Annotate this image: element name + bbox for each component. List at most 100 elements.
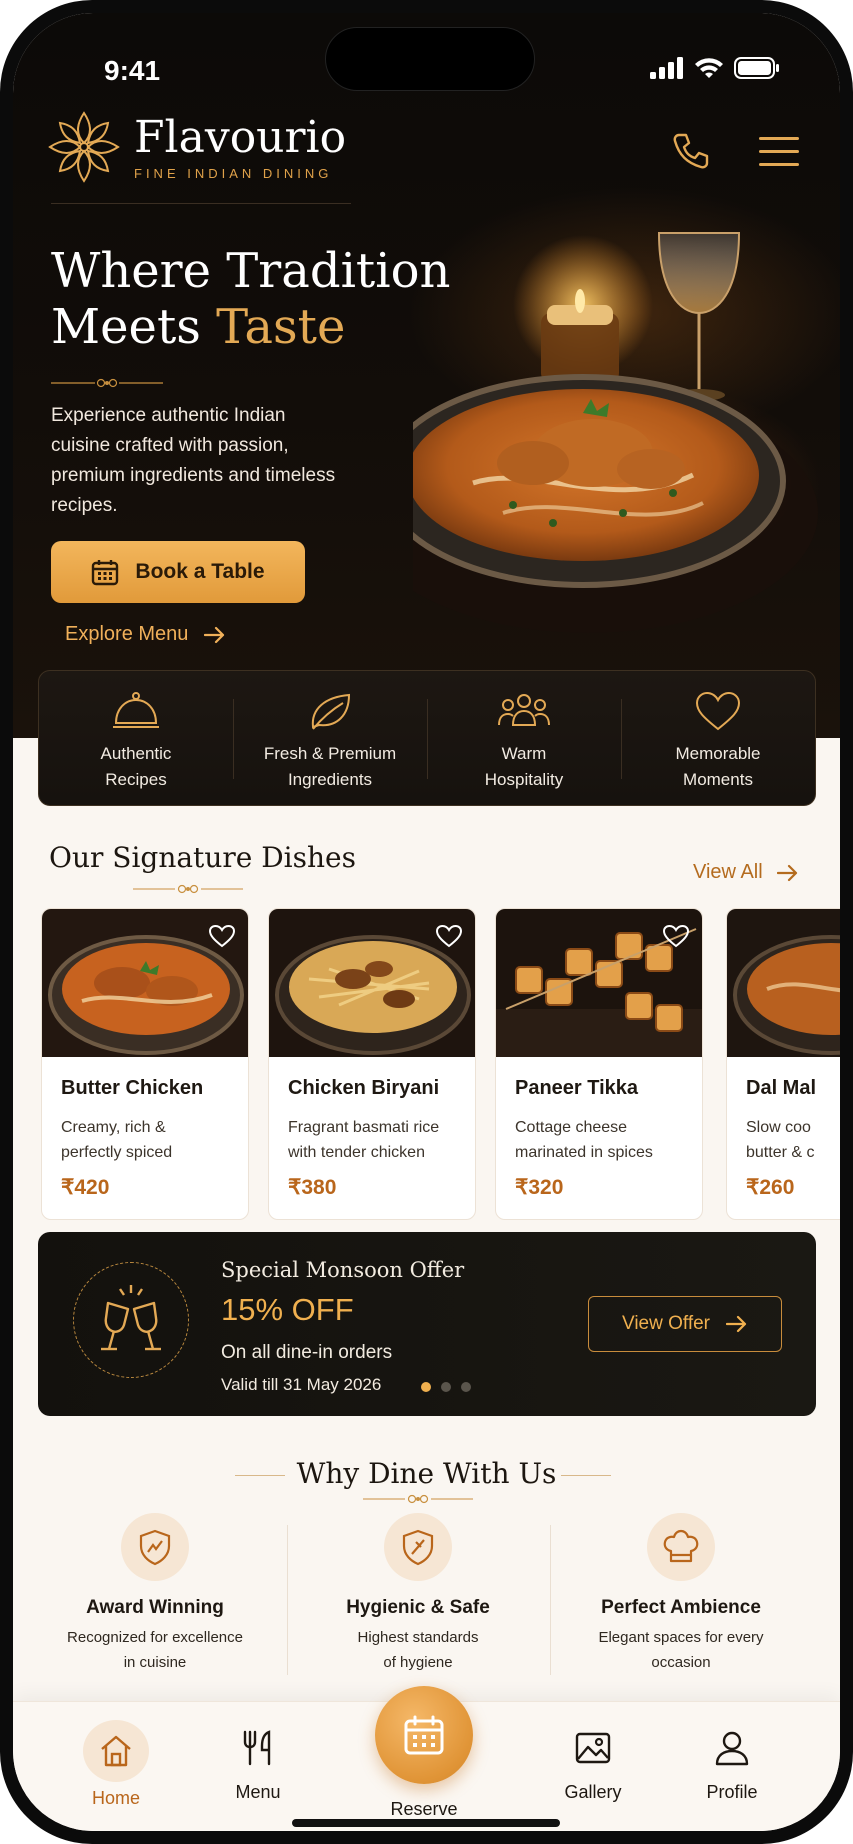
brand-name: Flavourio [134, 111, 347, 163]
why-icon-wrap [121, 1513, 189, 1581]
nav-profile[interactable]: Profile [677, 1720, 787, 1803]
arrow-right-icon [726, 1315, 747, 1333]
header-divider [51, 203, 351, 204]
utensils-icon [243, 1730, 271, 1766]
why-icon-wrap [647, 1513, 715, 1581]
hero-dish-image [413, 232, 818, 633]
offer-banner[interactable]: Special Monsoon Offer 15% OFF On all din… [38, 1232, 816, 1416]
phone-frame: 9:41 Flavourio FINE INDIAN DINING Where … [0, 0, 853, 1844]
nav-home-label: Home [91, 1788, 140, 1808]
dish-price: ₹420 [61, 1176, 110, 1199]
dish-card[interactable]: Dal Mal Slow coo butter & c ₹260 [726, 908, 840, 1220]
status-icons [650, 57, 780, 79]
view-offer-button[interactable]: View Offer [588, 1296, 782, 1352]
hygiene-shield-icon [402, 1529, 434, 1566]
why-dine-title: Why Dine With Us [296, 1457, 557, 1490]
why-award-winning: Award Winning Recognized for excellence … [24, 1513, 286, 1675]
pagination-dot[interactable] [461, 1382, 471, 1392]
leaf-icon [311, 693, 351, 730]
why-item-desc: Elegant spaces for every occasion [598, 1629, 764, 1671]
phone-icon[interactable] [671, 131, 711, 171]
reserve-button[interactable] [375, 1686, 473, 1784]
offer-pagination[interactable] [421, 1382, 471, 1392]
arrow-right-icon [204, 626, 225, 643]
dynamic-island [325, 27, 535, 91]
why-rule-right [561, 1475, 611, 1476]
arrow-right-icon [776, 864, 797, 881]
nav-menu[interactable]: Menu [203, 1720, 313, 1803]
explore-menu-link[interactable]: Explore Menu [65, 623, 226, 646]
award-shield-icon [139, 1529, 171, 1566]
book-table-label: Book a Table [135, 560, 265, 583]
nav-gallery[interactable]: Gallery [538, 1720, 648, 1803]
signature-dishes-title: Our Signature Dishes [49, 841, 356, 874]
dish-card[interactable]: Paneer Tikka Cottage cheese marinated in… [495, 908, 703, 1220]
why-item-name: Hygienic & Safe [346, 1597, 490, 1618]
hero-ornament-icon [51, 378, 163, 388]
why-item-desc: Highest standards of hygiene [357, 1629, 479, 1671]
dish-price: ₹260 [746, 1176, 795, 1199]
nav-home[interactable]: Home [61, 1720, 171, 1809]
favorite-heart-icon[interactable] [208, 923, 236, 949]
view-offer-label: View Offer [621, 1313, 710, 1334]
home-indicator[interactable] [292, 1819, 560, 1827]
dal-makhani-image [727, 909, 840, 1057]
dish-name: Dal Mal [746, 1077, 817, 1099]
feature-label: Memorable Moments [675, 744, 761, 789]
feature-authentic-recipes: Authentic Recipes [39, 671, 233, 805]
dish-name: Paneer Tikka [515, 1077, 639, 1099]
offer-discount: 15% OFF [221, 1292, 354, 1327]
offer-badge [73, 1262, 189, 1378]
why-hygienic-safe: Hygienic & Safe Highest standards of hyg… [287, 1513, 549, 1675]
favorite-heart-icon[interactable] [435, 923, 463, 949]
headline-accent: Taste [216, 299, 346, 355]
dish-name: Chicken Biryani [288, 1077, 440, 1099]
lotus-logo-icon [48, 111, 120, 183]
offer-validity: Valid till 31 May 2026 [221, 1375, 382, 1394]
dish-card[interactable]: Chicken Biryani Fragrant basmati rice wi… [268, 908, 476, 1220]
heart-icon [695, 691, 741, 731]
nav-icon-wrap [225, 1720, 291, 1776]
book-table-button[interactable]: Book a Table [51, 541, 305, 603]
pagination-dot-active[interactable] [421, 1382, 431, 1392]
offer-title: Special Monsoon Offer [221, 1258, 465, 1282]
feature-label: Warm Hospitality [484, 744, 564, 789]
signal-icon [650, 57, 683, 79]
dish-price: ₹320 [515, 1176, 564, 1199]
dish-card[interactable]: Butter Chicken Creamy, rich & perfectly … [41, 908, 249, 1220]
feature-label: Authentic Recipes [100, 744, 172, 789]
dish-description: Slow coo butter & c [746, 1119, 815, 1161]
nav-profile-label: Profile [706, 1782, 758, 1802]
cloche-icon [113, 692, 159, 728]
calendar-icon [92, 560, 119, 586]
why-perfect-ambience: Perfect Ambience Elegant spaces for ever… [550, 1513, 812, 1675]
dish-name: Butter Chicken [61, 1077, 204, 1099]
section-ornament-icon [363, 1494, 473, 1504]
section-ornament-icon [133, 884, 243, 894]
gallery-icon [575, 1732, 611, 1764]
pagination-dot[interactable] [441, 1382, 451, 1392]
chef-hat-icon [663, 1529, 699, 1563]
hero-section: 9:41 Flavourio FINE INDIAN DINING Where … [13, 13, 840, 738]
brand-tagline: FINE INDIAN DINING [134, 165, 333, 181]
why-item-name: Award Winning [86, 1597, 224, 1618]
view-all-label: View All [693, 861, 763, 883]
dish-description: Creamy, rich & perfectly spiced [61, 1119, 173, 1161]
battery-icon [734, 57, 779, 79]
hamburger-menu-icon[interactable] [759, 135, 799, 169]
why-icon-wrap [384, 1513, 452, 1581]
view-all-link[interactable]: View All [693, 861, 799, 884]
feature-label: Fresh & Premium Ingredients [263, 744, 397, 789]
headline-line-1: Where Tradition [51, 243, 451, 299]
features-strip: Authentic Recipes Fresh & Premium Ingred… [38, 670, 816, 806]
dish-description: Cottage cheese marinated in spices [515, 1119, 653, 1161]
brand-logo[interactable]: Flavourio FINE INDIAN DINING [46, 109, 346, 185]
people-icon [498, 694, 550, 726]
favorite-heart-icon[interactable] [662, 923, 690, 949]
profile-icon [715, 1731, 749, 1766]
nav-menu-label: Menu [235, 1782, 281, 1802]
nav-icon-wrap [699, 1720, 765, 1776]
home-icon [101, 1735, 131, 1767]
why-item-name: Perfect Ambience [601, 1597, 761, 1618]
feature-fresh-ingredients: Fresh & Premium Ingredients [233, 671, 427, 805]
